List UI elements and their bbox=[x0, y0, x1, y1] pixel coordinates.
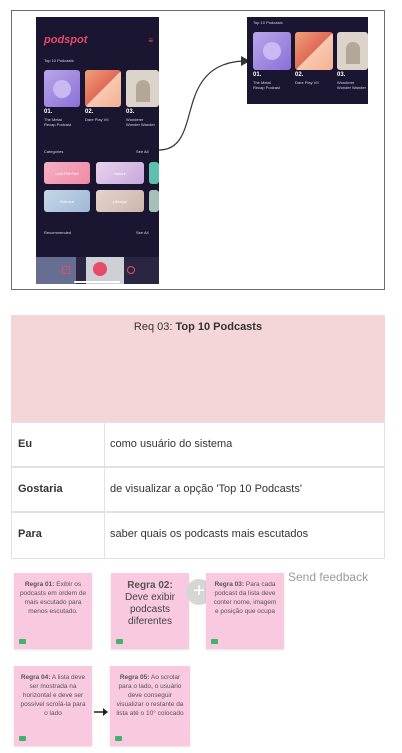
mic-icon[interactable] bbox=[93, 262, 107, 276]
podcast-cover-2[interactable] bbox=[85, 70, 121, 107]
rank-3: 03. bbox=[126, 109, 135, 115]
requirement-row-eu: Eu como usuário do sistema bbox=[11, 422, 385, 467]
requirement-row-para: Para saber quais os podcasts mais escuta… bbox=[11, 512, 385, 559]
recommended-heading: Recommended bbox=[44, 230, 72, 235]
sticky-note-regra-04[interactable]: Regra 04: A lista deve ser mostrada na h… bbox=[14, 666, 92, 746]
row-key: Eu bbox=[18, 438, 33, 450]
phone-screen: podspot ≡ Top 10 Podcasts 01. The Metal R… bbox=[36, 17, 159, 284]
zoom-podcast-2-name: Dare Play VII bbox=[295, 80, 319, 85]
category-nature[interactable]: Nature bbox=[96, 162, 144, 184]
send-feedback-link[interactable]: Send feedback bbox=[288, 570, 368, 584]
category-more-2[interactable] bbox=[149, 190, 159, 212]
bottom-nav bbox=[36, 257, 159, 284]
connector-arrow bbox=[158, 56, 250, 151]
zoom-cover-3 bbox=[337, 32, 368, 70]
zoomed-top10: Top 10 Podcasts 01. The Metal Recap Podca… bbox=[247, 17, 368, 104]
category-lost-pet-pod[interactable]: Lost Pet Pod bbox=[44, 162, 90, 184]
requirement-header: Req 03: Top 10 Podcasts bbox=[11, 315, 385, 422]
note-tag-icon bbox=[116, 639, 123, 644]
category-lifestyle[interactable]: Lifestyle bbox=[96, 190, 144, 212]
podcast-cover-1[interactable] bbox=[44, 70, 80, 107]
top10-heading: Top 10 Podcasts bbox=[44, 58, 74, 63]
app-logo: podspot bbox=[44, 34, 88, 46]
sticky-note-regra-05[interactable]: Regra 05: Ao scrolar para o lado, o usuá… bbox=[110, 666, 190, 746]
row-key: Para bbox=[18, 528, 42, 540]
row-value: saber quais os podcasts mais escutados bbox=[110, 528, 309, 540]
recommended-see-all[interactable]: See All bbox=[136, 230, 148, 235]
note-tag-icon bbox=[19, 736, 26, 741]
zoom-podcast-3-name: Wonderer Wonder Wander bbox=[337, 80, 366, 90]
home-indicator bbox=[74, 281, 120, 283]
note-tag-icon bbox=[115, 736, 122, 741]
rank-2: 02. bbox=[85, 109, 94, 115]
category-more[interactable] bbox=[149, 162, 159, 184]
categories-heading: Categories bbox=[44, 149, 64, 154]
categories-see-all[interactable]: See All bbox=[136, 149, 148, 154]
home-icon[interactable] bbox=[62, 266, 70, 274]
zoom-rank-3: 03. bbox=[337, 72, 346, 78]
zoom-cover-2 bbox=[295, 32, 333, 70]
sticky-note-regra-01[interactable]: Regra 01: Exibir os podcasts em ordem de… bbox=[14, 573, 92, 649]
requirement-title: Req 03: Top 10 Podcasts bbox=[133, 321, 263, 333]
menu-icon[interactable]: ≡ bbox=[148, 36, 153, 45]
requirement-row-gostaria: Gostaria de visualizar a opção 'Top 10 P… bbox=[11, 467, 385, 512]
zoom-rank-2: 02. bbox=[295, 72, 304, 78]
zoom-rank-1: 01. bbox=[253, 72, 262, 78]
zoom-top10-heading: Top 10 Podcasts bbox=[253, 20, 283, 25]
sticky-note-regra-03[interactable]: Regra 03: Para cada podcast da lista dev… bbox=[206, 573, 284, 649]
search-icon[interactable] bbox=[127, 266, 135, 274]
zoom-cover-1 bbox=[253, 32, 291, 70]
zoom-podcast-1-name: The Metal Recap Podcast bbox=[253, 80, 281, 90]
row-key: Gostaria bbox=[18, 483, 63, 495]
category-science[interactable]: Science bbox=[44, 190, 90, 212]
podcast-2-name: Dare Play VII bbox=[85, 117, 109, 122]
row-value: de visualizar a opção 'Top 10 Podcasts' bbox=[110, 483, 302, 495]
rank-1: 01. bbox=[44, 109, 53, 115]
podcast-1-name: The Metal Recap Podcast bbox=[44, 117, 72, 127]
row-value: como usuário do sistema bbox=[110, 438, 233, 450]
arrow-right-icon bbox=[94, 708, 108, 716]
note-tag-icon bbox=[19, 639, 26, 644]
note-tag-icon bbox=[211, 639, 218, 644]
sticky-note-regra-02[interactable]: Regra 02: Deve exibir podcasts diferentes bbox=[111, 573, 189, 649]
